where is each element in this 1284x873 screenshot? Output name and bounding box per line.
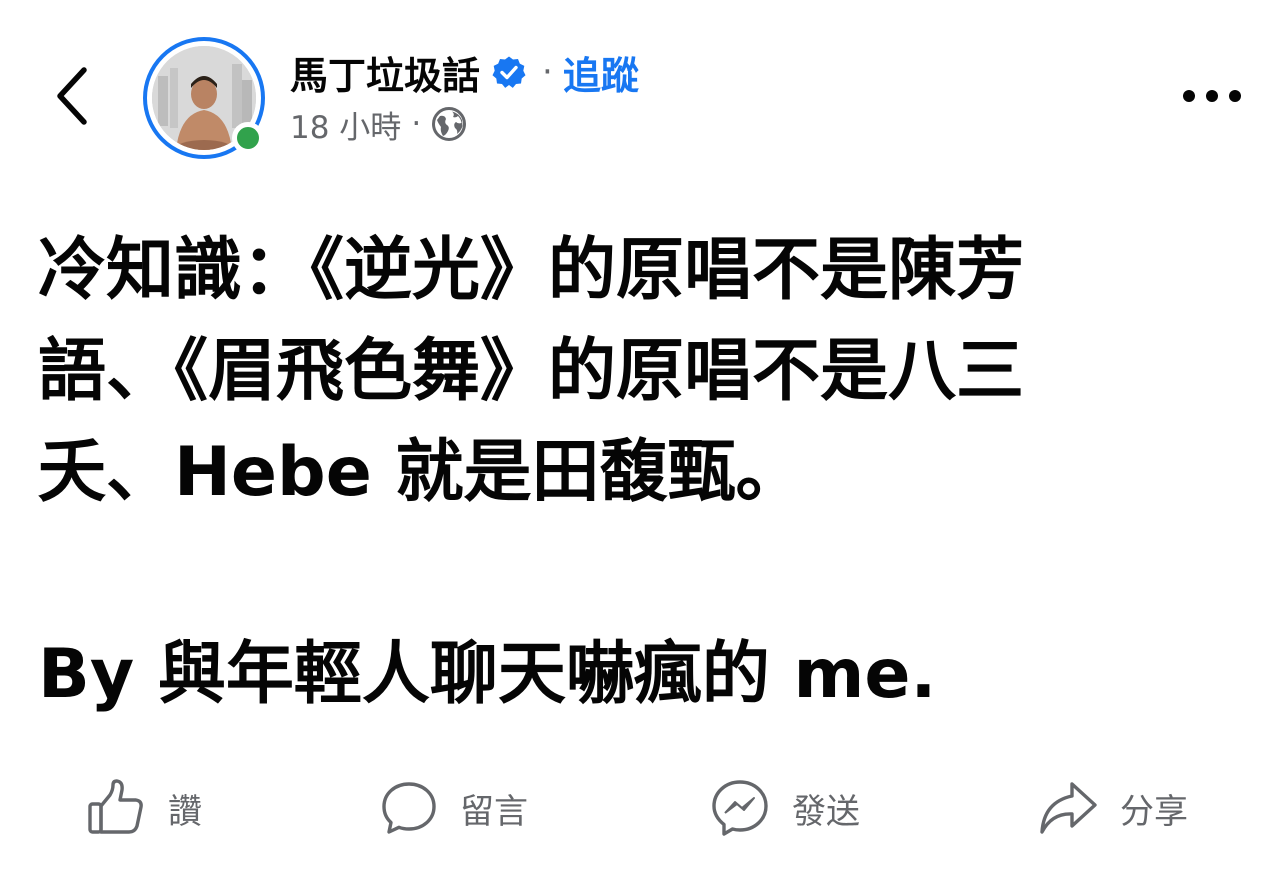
chevron-left-icon bbox=[57, 67, 87, 125]
thumbs-up-icon bbox=[88, 779, 143, 834]
like-label: 讚 bbox=[168, 791, 202, 832]
follow-button[interactable]: 追蹤 bbox=[563, 45, 639, 100]
post-header: 馬丁垃圾話 · 追蹤 18 小時 · bbox=[290, 44, 890, 152]
post-line: 夭、Hebe 就是田馥甄。 bbox=[38, 433, 804, 512]
globe-icon[interactable] bbox=[431, 106, 467, 142]
share-label: 分享 bbox=[1120, 791, 1188, 832]
share-button[interactable]: 分享 bbox=[1038, 768, 1188, 848]
page-name[interactable]: 馬丁垃圾話 bbox=[290, 45, 480, 100]
back-button[interactable] bbox=[44, 60, 100, 132]
comment-button[interactable]: 留言 bbox=[380, 768, 528, 848]
separator-dot: · bbox=[542, 52, 553, 92]
messenger-icon bbox=[712, 780, 768, 836]
post-action-bar: 讚 留言 發送 分享 bbox=[0, 768, 1284, 848]
post-timestamp[interactable]: 18 小時 bbox=[290, 102, 401, 147]
page-avatar[interactable] bbox=[143, 37, 265, 159]
like-button[interactable]: 讚 bbox=[86, 768, 202, 848]
comment-bubble-icon bbox=[382, 782, 436, 834]
send-button[interactable]: 發送 bbox=[710, 768, 860, 848]
more-options-button[interactable] bbox=[1176, 74, 1248, 118]
post-line: 冷知識：《逆光》的原唱不是陳芳 bbox=[38, 231, 1025, 310]
share-arrow-icon bbox=[1040, 782, 1097, 834]
online-status-badge bbox=[232, 122, 264, 154]
meta-separator-dot: · bbox=[411, 106, 422, 142]
post-signoff: By 與年輕人聊天嚇瘋的 me. bbox=[38, 635, 937, 714]
more-horizontal-icon bbox=[1183, 90, 1241, 102]
verified-badge-icon bbox=[492, 55, 526, 89]
post-line: 語、《眉飛色舞》的原唱不是八三 bbox=[38, 332, 1025, 411]
send-label: 發送 bbox=[792, 791, 860, 832]
post-text: 冷知識：《逆光》的原唱不是陳芳 語、《眉飛色舞》的原唱不是八三 夭、Hebe 就… bbox=[38, 220, 1248, 725]
comment-label: 留言 bbox=[460, 791, 528, 832]
